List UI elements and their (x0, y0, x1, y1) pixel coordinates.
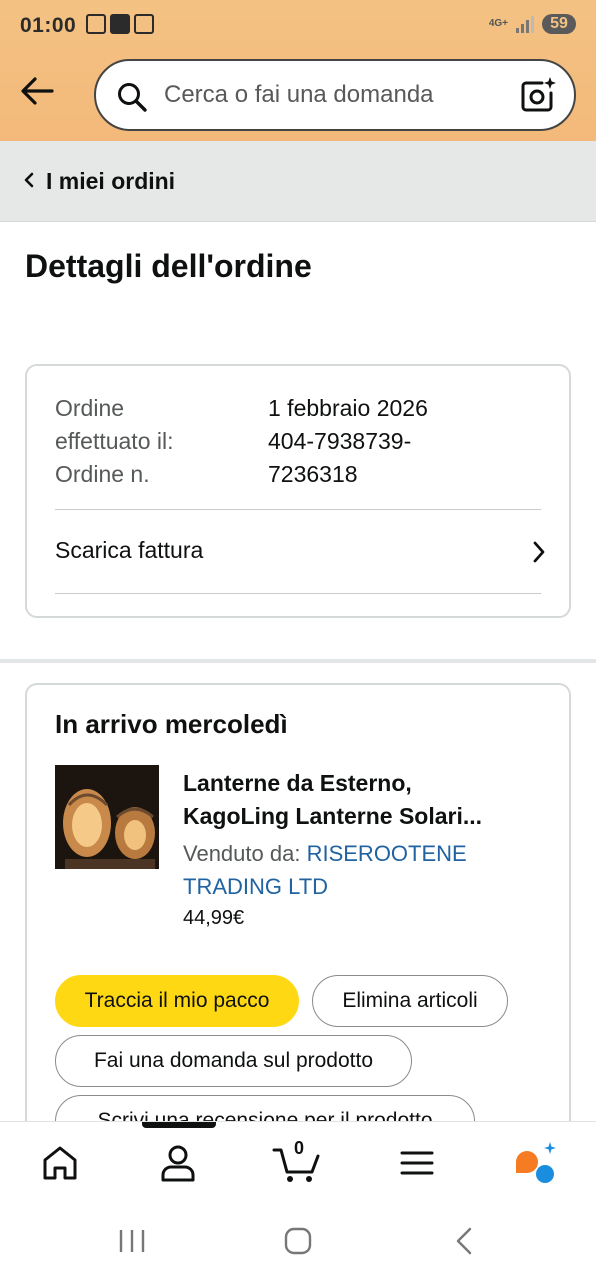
divider (55, 593, 541, 594)
signal-icon (516, 15, 534, 33)
order-summary-card: Ordine effettuato il: Ordine n. 1 febbra… (25, 364, 571, 618)
system-back-icon[interactable] (448, 1224, 482, 1258)
status-time: 01:00 (20, 14, 77, 37)
order-label-line3: Ordine n. (55, 461, 150, 487)
recent-apps-icon[interactable] (115, 1224, 149, 1258)
breadcrumb-label[interactable]: I miei ordini (46, 168, 175, 195)
delete-items-button[interactable]: Elimina articoli (312, 975, 508, 1027)
gmail-notification-icon (134, 14, 154, 34)
system-navigation-bar (0, 1202, 596, 1280)
active-tab-indicator (142, 1122, 216, 1128)
order-label-line2: effettuato il: (55, 428, 174, 454)
section-separator (0, 659, 596, 663)
cart-count: 0 (294, 1138, 305, 1158)
search-input[interactable]: Cerca o fai una domanda (164, 81, 434, 109)
chevron-left-icon (24, 172, 34, 188)
product-price: 44,99€ (183, 907, 245, 929)
search-icon (118, 83, 147, 112)
home-button-icon[interactable] (281, 1224, 315, 1258)
chevron-right-icon[interactable] (531, 539, 547, 565)
app-header: 01:00 4G+ 59 Cerca o fai una domanda (0, 0, 596, 141)
ask-product-question-button[interactable]: Fai una domanda sul prodotto (55, 1035, 412, 1087)
product-title-line1[interactable]: Lanterne da Esterno, (183, 767, 543, 800)
seller-info: Venduto da: RISEROOTENE TRADING LTD (183, 837, 513, 903)
search-bar[interactable]: Cerca o fai una domanda (94, 59, 576, 131)
back-arrow-icon[interactable] (18, 72, 56, 110)
track-package-button[interactable]: Traccia il mio pacco (55, 975, 299, 1027)
order-labels: Ordine effettuato il: Ordine n. (55, 392, 174, 491)
order-values: 1 febbraio 2026 404-7938739-7236318 (268, 392, 498, 491)
order-date: 1 febbraio 2026 (268, 395, 428, 421)
order-number: 404-7938739-7236318 (268, 428, 412, 487)
menu-icon[interactable] (394, 1140, 440, 1186)
page-title: Dettagli dell'ordine (25, 248, 312, 284)
download-invoice-row[interactable]: Scarica fattura (27, 511, 569, 594)
account-icon[interactable] (155, 1140, 201, 1186)
network-type: 4G+ (488, 18, 508, 29)
notification-icons (86, 14, 154, 34)
delivery-heading: In arrivo mercoledì (55, 709, 288, 739)
rufus-assistant-icon[interactable] (512, 1140, 558, 1186)
mail-notification-icon (110, 14, 130, 34)
order-label-line1: Ordine (55, 395, 125, 421)
sold-by-label: Venduto da: (183, 841, 301, 866)
status-bar: 01:00 4G+ 59 (0, 0, 596, 52)
product-title-line2[interactable]: KagoLing Lanterne Solari... (183, 800, 543, 833)
divider (55, 509, 541, 510)
download-invoice-label[interactable]: Scarica fattura (55, 537, 203, 564)
camera-search-icon[interactable] (518, 75, 558, 115)
home-icon[interactable] (37, 1140, 83, 1186)
battery-level: 59 (542, 14, 576, 34)
screenshot-notification-icon (86, 14, 106, 34)
bottom-navigation: 0 (0, 1121, 596, 1280)
product-image[interactable] (55, 765, 159, 869)
shipment-card: In arrivo mercoledì Lanterne da Esterno,… (25, 683, 571, 1143)
breadcrumb[interactable]: I miei ordini (0, 141, 596, 222)
status-right: 4G+ 59 (489, 14, 576, 34)
